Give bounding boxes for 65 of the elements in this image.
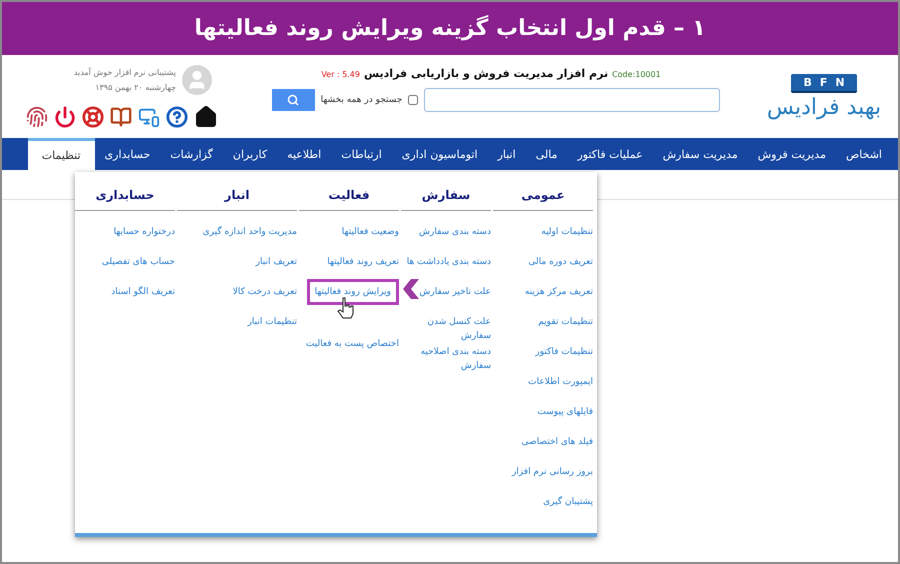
lifebuoy-icon[interactable] xyxy=(82,106,104,128)
menu-link[interactable]: علت کنسل شدن سفارش xyxy=(401,315,491,343)
search-field[interactable] xyxy=(424,88,720,112)
menu-column-title: حسابداری xyxy=(75,182,175,211)
app-title: نرم افزار مدیریت فروش و بازاریابی فرادیس xyxy=(364,67,608,80)
avatar-icon xyxy=(182,64,212,94)
menu-link[interactable]: دسته بندی اصلاحیه سفارش xyxy=(401,345,491,373)
nav-tab[interactable]: ارتباطات xyxy=(331,138,392,170)
all-sections-label: جستجو در همه بخشها xyxy=(320,95,402,105)
nav-tab[interactable]: اطلاعیه xyxy=(277,138,332,170)
menu-link[interactable]: تعریف دوره مالی xyxy=(528,255,593,269)
greeting-text: پشتیبانی نرم افزار خوش آمدید xyxy=(74,68,176,76)
menu-link[interactable]: تعریف انبار xyxy=(256,255,297,269)
nav-tab[interactable]: گزارشات xyxy=(160,138,223,170)
menu-link[interactable]: دسته بندی یادداشت ها xyxy=(406,255,491,269)
search-icon xyxy=(287,94,300,106)
nav-tab[interactable]: عملیات فاکتور xyxy=(567,138,653,170)
menu-link[interactable]: فایلهای پیوست xyxy=(537,405,593,419)
nav-tab[interactable]: کاربران xyxy=(222,138,278,170)
menu-link[interactable]: تعریف درخت کالا xyxy=(232,285,297,299)
nav-tab[interactable]: حسابداری xyxy=(94,138,160,170)
help-icon[interactable] xyxy=(166,106,188,128)
code-label: Code:10001 xyxy=(612,70,661,79)
menu-link[interactable]: تنظیمات انبار xyxy=(248,315,297,329)
menu-link[interactable]: تعریف الگو اسناد xyxy=(111,285,175,299)
nav-tab[interactable]: مالی xyxy=(526,138,568,170)
logo-text: بهبد فرادیس xyxy=(766,94,882,120)
menu-link[interactable]: علت تاخیر سفارش xyxy=(419,285,491,299)
power-icon[interactable] xyxy=(54,106,76,128)
date-text: چهارشنبه ۲۰ بهمن ۱۳۹۵ xyxy=(95,82,176,92)
menu-link[interactable]: ویرایش روند فعالیتها xyxy=(306,279,399,305)
hand-cursor-icon xyxy=(337,297,355,319)
fingerprint-icon[interactable] xyxy=(26,106,48,128)
menu-link[interactable]: مدیریت واحد اندازه گیری xyxy=(202,225,297,239)
nav-tab[interactable]: تنظیمات xyxy=(28,138,95,170)
logo-mark: BFN xyxy=(791,74,857,92)
menu-link[interactable]: تنظیمات تقویم xyxy=(538,315,593,329)
menu-column-title: انبار xyxy=(177,182,297,211)
menu-column-title: سفارش xyxy=(401,182,491,211)
banner-title: ۱ – قدم اول انتخاب گزینه ویرایش روند فعالیتها xyxy=(194,16,706,41)
nav-tab[interactable]: مدیریت سفارش xyxy=(652,138,748,170)
nav-tab[interactable]: انبار xyxy=(488,138,526,170)
search-button[interactable] xyxy=(272,89,315,111)
menu-link[interactable]: ایمپورت اطلاعات xyxy=(528,375,593,389)
menu-column-title: فعالیت xyxy=(299,182,399,211)
menu-link[interactable]: دسته بندی سفارش xyxy=(419,225,491,239)
menu-link[interactable]: تنظیمات اولیه xyxy=(541,225,593,239)
menu-link[interactable]: اختصاص پست به فعالیت xyxy=(306,337,399,351)
nav-tab[interactable]: اشخاص xyxy=(836,138,892,170)
menu-link[interactable]: حساب های تفصیلی xyxy=(102,255,175,269)
home-icon[interactable] xyxy=(194,104,218,128)
nav-tab[interactable]: مدیریت فروش xyxy=(748,138,836,170)
all-sections-checkbox[interactable] xyxy=(408,95,418,105)
menu-link[interactable]: تعریف مرکز هزینه xyxy=(524,285,593,299)
menu-link[interactable]: درختواره حسابها xyxy=(114,225,175,239)
menu-link[interactable]: وضعیت فعالیتها xyxy=(342,225,399,239)
menu-link[interactable]: فیلد های اختصاصی xyxy=(522,435,593,449)
menu-link[interactable]: تعریف روند فعالیتها xyxy=(327,255,399,269)
pointer-chevron-icon xyxy=(403,279,419,299)
menu-column-title: عمومی xyxy=(493,182,593,211)
version-label: Ver : 5.49 xyxy=(321,70,360,79)
menu-link[interactable]: پشتیبان گیری xyxy=(543,495,593,509)
menu-link[interactable]: تنظیمات فاکتور xyxy=(535,345,593,359)
nav-tab[interactable]: اتوماسیون اداری xyxy=(392,138,488,170)
menu-link[interactable]: بروز رسانی نرم افزار xyxy=(512,465,593,479)
